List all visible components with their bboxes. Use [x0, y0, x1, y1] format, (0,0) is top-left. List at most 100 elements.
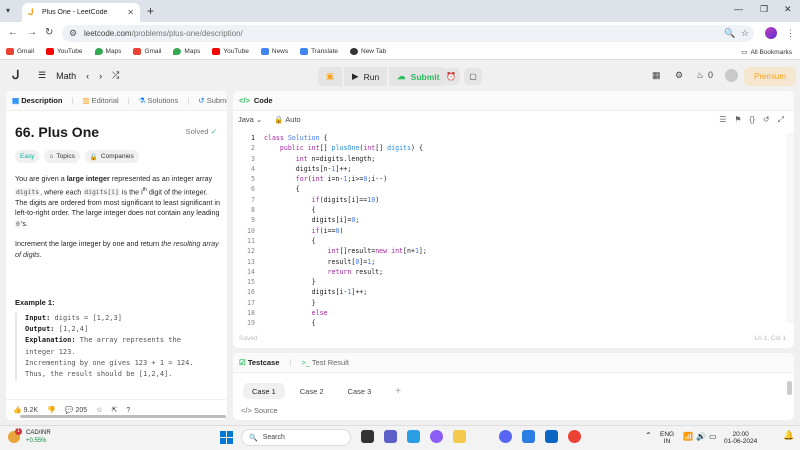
- wifi-icon[interactable]: 📶: [683, 433, 693, 441]
- share-icon[interactable]: ⇱: [111, 406, 117, 414]
- lock-icon: 🔒: [274, 115, 284, 124]
- chrome-icon[interactable]: [568, 430, 581, 443]
- prev-problem-icon[interactable]: ‹: [86, 71, 89, 81]
- vscode-icon[interactable]: [407, 430, 420, 443]
- restore-icon[interactable]: ❐: [760, 4, 768, 15]
- fullscreen-icon[interactable]: ⤢: [778, 115, 784, 125]
- dislike-icon[interactable]: 👎: [47, 406, 56, 414]
- browser-tab[interactable]: ᒍ Plus One - LeetCode ✕: [22, 3, 140, 22]
- stock-widget[interactable]: CAD/INR +0.55%: [26, 430, 51, 445]
- help-icon[interactable]: ?: [126, 407, 130, 414]
- browser-app-icon[interactable]: [430, 430, 443, 443]
- tab-submissions[interactable]: ↺ Submis: [198, 96, 227, 105]
- premium-button[interactable]: Premium: [744, 67, 796, 86]
- code-text[interactable]: class Solution { public int[] plusOne(in…: [264, 133, 427, 329]
- bookmark-youtube[interactable]: YouTube: [45, 48, 83, 55]
- site-info-icon[interactable]: ⚙: [69, 28, 77, 39]
- clock[interactable]: 20:00 01-06-2024: [724, 431, 757, 445]
- next-problem-icon[interactable]: ›: [99, 71, 102, 81]
- debug-button[interactable]: ▣: [318, 67, 343, 86]
- messenger-icon[interactable]: [522, 430, 535, 443]
- chrome-menu-icon[interactable]: ⋮: [786, 28, 795, 39]
- format-icon[interactable]: ☰: [719, 115, 726, 125]
- back-icon[interactable]: ←: [8, 27, 18, 38]
- all-bookmarks[interactable]: ▭ All Bookmarks: [741, 48, 792, 57]
- maps-icon: [94, 48, 103, 55]
- layout-icon[interactable]: ▦: [652, 70, 661, 81]
- bookmark-star-icon[interactable]: ☆: [741, 28, 749, 39]
- teams-icon[interactable]: [384, 430, 397, 443]
- bookmark-news[interactable]: News: [260, 48, 288, 55]
- tab-description[interactable]: ▤ Description: [12, 96, 62, 105]
- leetcode-logo-icon[interactable]: ᒍ: [12, 68, 24, 82]
- close-tab-icon[interactable]: ✕: [127, 8, 134, 17]
- timer-button[interactable]: ⏰: [442, 68, 460, 85]
- case-tab[interactable]: Case 2: [291, 383, 333, 399]
- url-bar[interactable]: leetcode.com/problems/plus-one/descripti…: [62, 25, 754, 42]
- notifications-bell-icon[interactable]: 🔔: [783, 431, 794, 440]
- line-number: 15: [247, 278, 255, 287]
- taskbar-search[interactable]: 🔍 Search: [241, 429, 351, 446]
- lang-line: IN: [663, 438, 671, 445]
- tab-testcase[interactable]: ☑ Testcase: [239, 358, 279, 367]
- volume-icon[interactable]: 🔊: [696, 433, 706, 441]
- battery-icon[interactable]: ▭: [709, 433, 717, 441]
- case-tab[interactable]: Case 1: [243, 383, 285, 399]
- forward-icon[interactable]: →: [27, 27, 37, 38]
- bookmark-translate[interactable]: Translate: [300, 48, 338, 55]
- file-explorer-icon[interactable]: [453, 430, 466, 443]
- bookmark-maps-2[interactable]: Maps: [173, 48, 200, 55]
- reset-icon[interactable]: ↺: [763, 115, 770, 125]
- linkedin-icon[interactable]: [545, 430, 558, 443]
- language-select[interactable]: Java ⌄: [238, 115, 262, 124]
- source-toggle[interactable]: </> Source: [241, 406, 278, 415]
- bookmark-new-tab[interactable]: New Tab: [350, 48, 386, 55]
- case-tab[interactable]: Case 3: [339, 383, 381, 399]
- bookmark-youtube-2[interactable]: YouTube: [212, 48, 249, 55]
- code-panel-header: </> Code: [233, 91, 794, 111]
- comments-button[interactable]: 💬 205: [65, 406, 87, 414]
- submit-button[interactable]: ☁ Submit: [389, 67, 448, 86]
- star-icon[interactable]: ☆: [96, 406, 102, 414]
- bookmark-gmail[interactable]: Gmail: [6, 48, 34, 55]
- new-tab-icon[interactable]: +: [147, 4, 154, 18]
- code-editor[interactable]: 1 2 3 4 5 6 7 8 9 10 11 12 13 14 15 16 17 18 19 class Solu…: [233, 133, 794, 327]
- profile-avatar[interactable]: [765, 27, 777, 39]
- autosave-toggle[interactable]: 🔒 Auto: [274, 115, 300, 124]
- bookmark-maps[interactable]: Maps: [94, 48, 121, 55]
- horizontal-scrollbar[interactable]: [20, 415, 226, 418]
- list-icon[interactable]: ☰: [38, 70, 46, 81]
- divider: |: [127, 96, 130, 105]
- minimize-icon[interactable]: —: [734, 4, 743, 14]
- notes-button[interactable]: ▢: [464, 68, 482, 85]
- reload-icon[interactable]: ↻: [45, 27, 53, 38]
- tab-solutions[interactable]: ⚗ Solutions: [139, 96, 179, 105]
- close-window-icon[interactable]: ✕: [784, 4, 792, 15]
- language-indicator[interactable]: ENG IN: [660, 431, 674, 445]
- vertical-scrollbar[interactable]: [787, 381, 792, 395]
- search-icon: 🔍: [249, 434, 258, 442]
- discord-icon[interactable]: [499, 430, 512, 443]
- run-button[interactable]: ▶ Run: [344, 67, 388, 86]
- tray-overflow-icon[interactable]: ⌃: [645, 432, 652, 440]
- bookmark-icon[interactable]: ⚑: [734, 115, 741, 125]
- add-case-button[interactable]: +: [386, 383, 410, 399]
- vertical-scrollbar[interactable]: [786, 133, 794, 323]
- tab-editorial[interactable]: ▥ Editorial: [82, 96, 118, 105]
- problem-list-label[interactable]: Math: [56, 71, 76, 81]
- companies-chip[interactable]: 🔒 Companies: [84, 150, 139, 163]
- bookmark-gmail-2[interactable]: Gmail: [133, 48, 161, 55]
- problem-title[interactable]: 66. Plus One: [15, 124, 99, 140]
- zoom-icon[interactable]: 🔍: [724, 28, 735, 39]
- tab-test-result[interactable]: >_ Test Result: [301, 358, 349, 367]
- taskview-icon[interactable]: [361, 430, 374, 443]
- settings-gear-icon[interactable]: ⚙: [675, 70, 683, 81]
- tab-search-icon[interactable]: ▾: [6, 6, 10, 15]
- shuffle-icon[interactable]: ⤮: [112, 70, 119, 81]
- topics-chip[interactable]: ⌂ Topics: [44, 150, 80, 163]
- braces-icon[interactable]: {}: [750, 115, 755, 125]
- windows-start-icon[interactable]: [220, 431, 233, 444]
- like-button[interactable]: 👍 9.2K: [13, 406, 38, 414]
- user-avatar[interactable]: [725, 69, 738, 82]
- streak-fire-icon[interactable]: ♨: [696, 70, 704, 81]
